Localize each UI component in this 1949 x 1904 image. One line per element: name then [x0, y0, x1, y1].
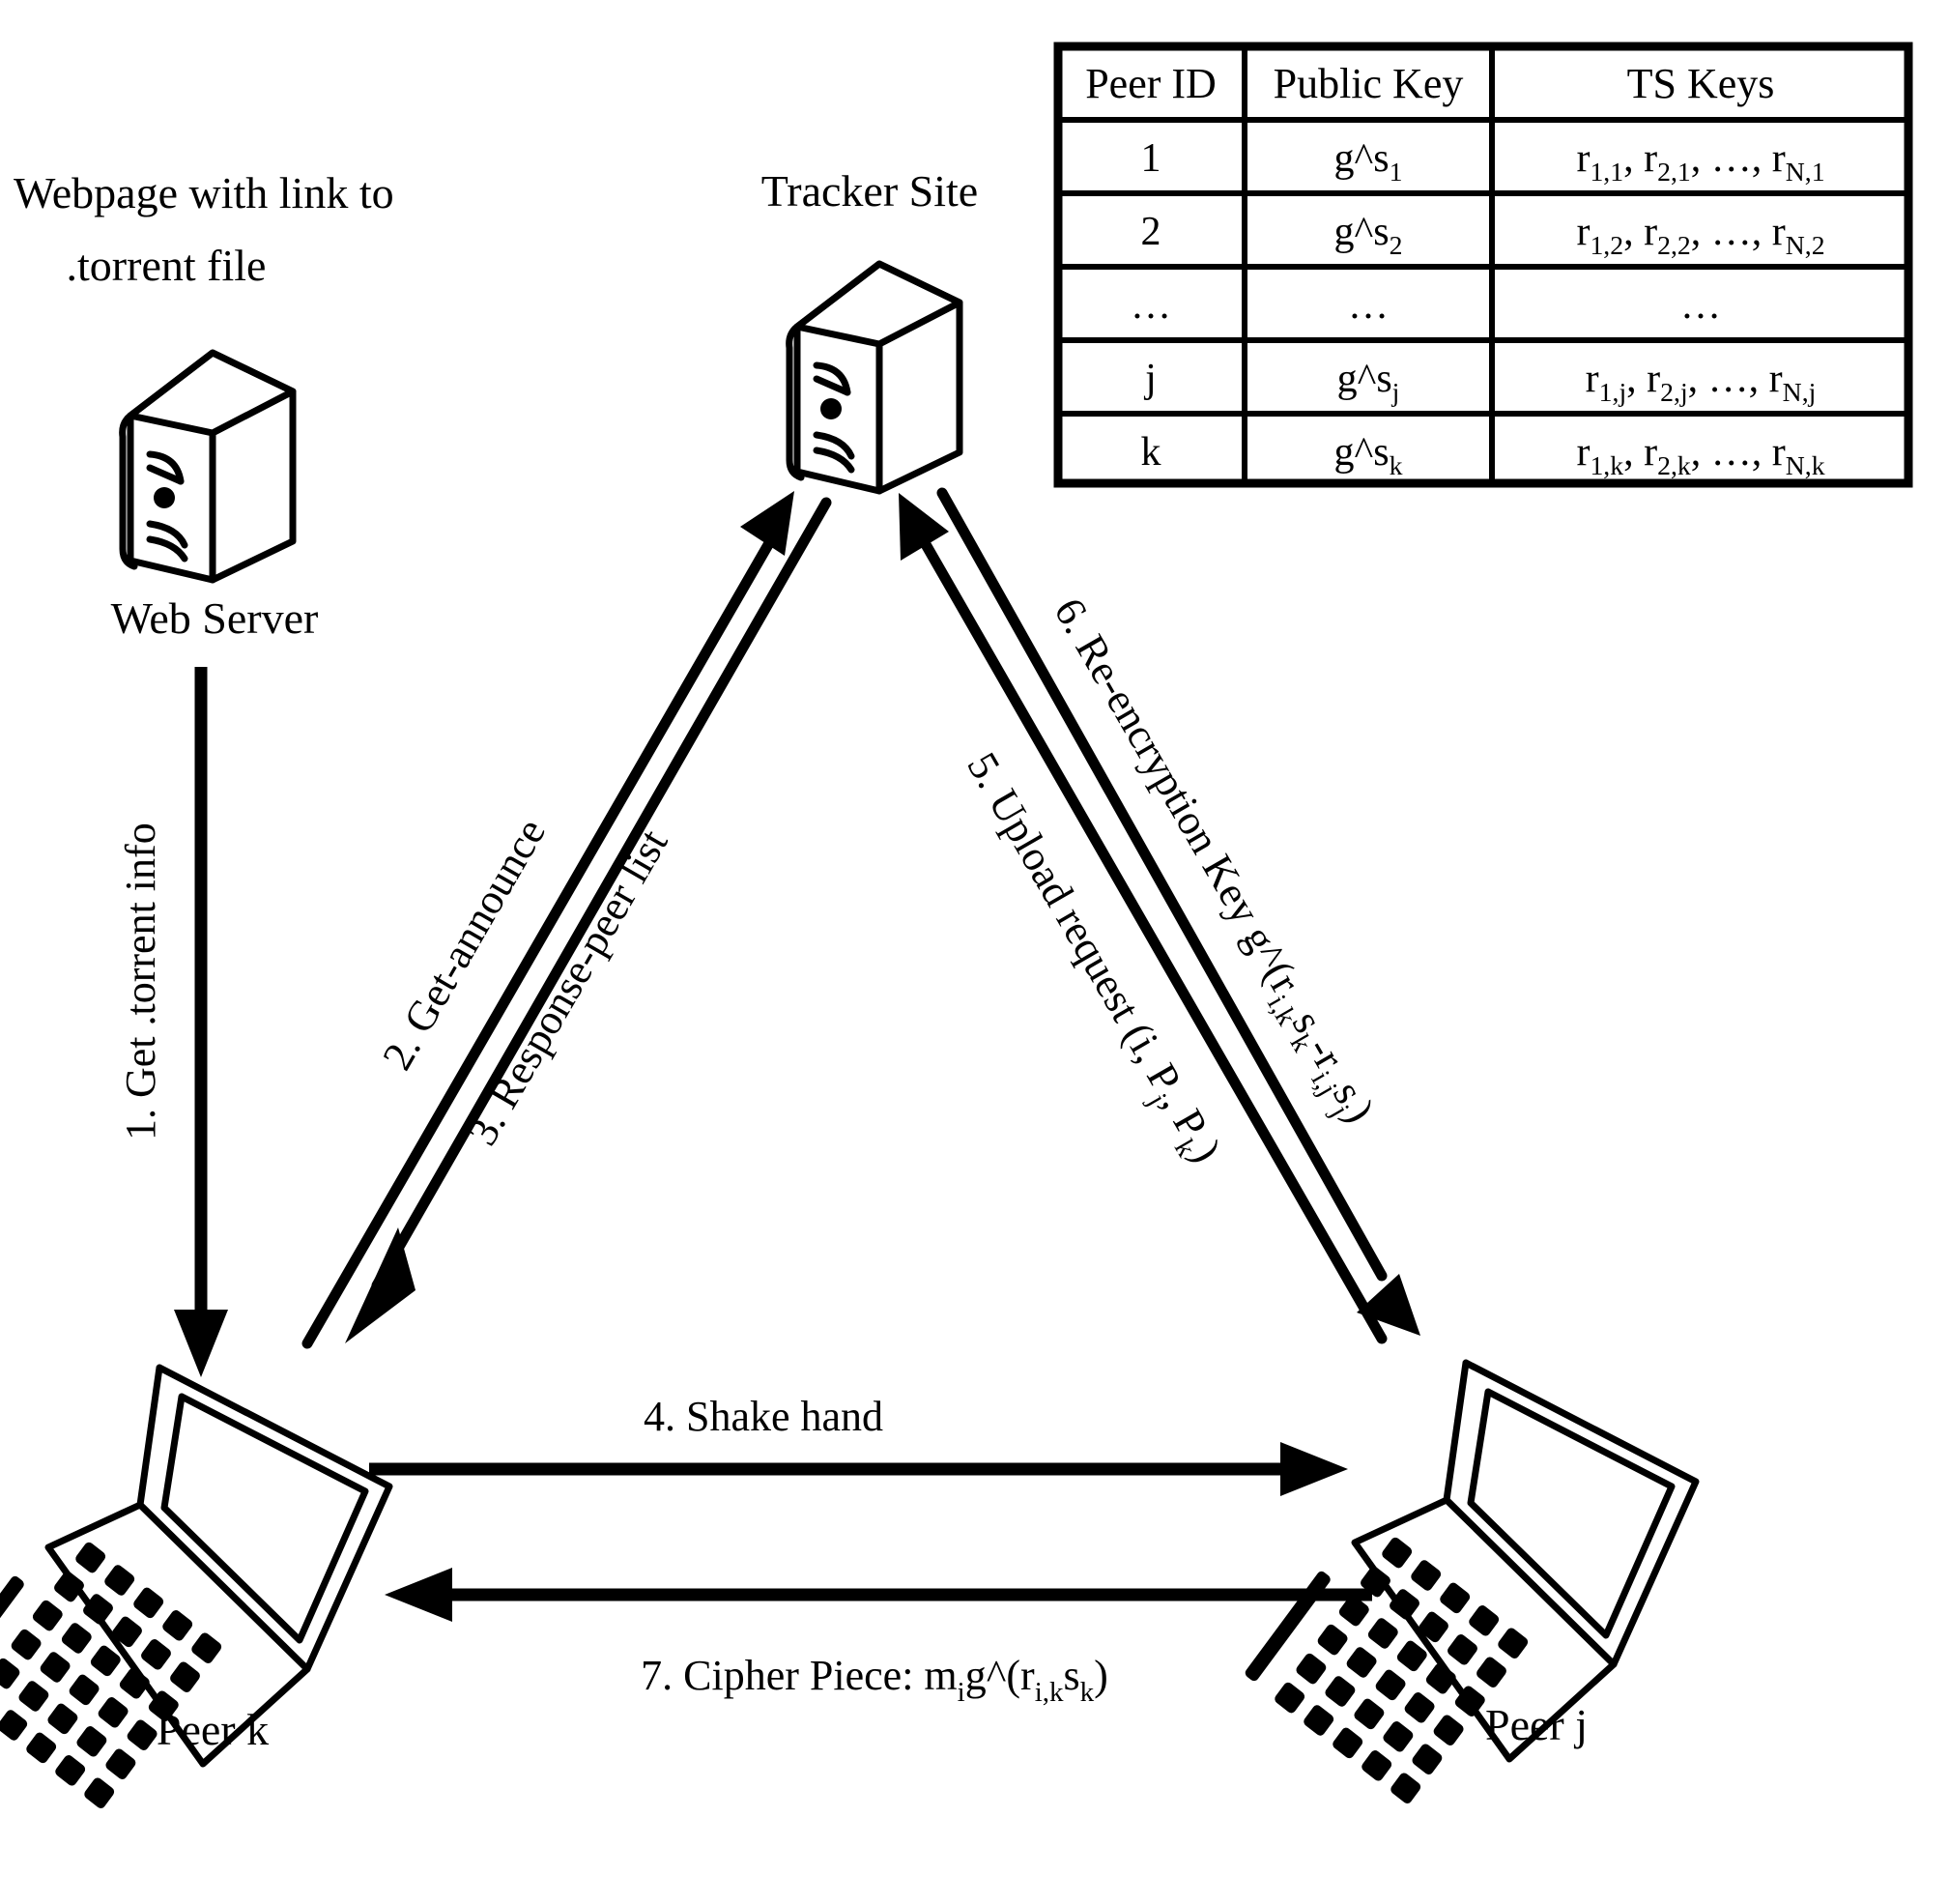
table-row: … … … — [1131, 283, 1721, 328]
table-cell-peer-id: j — [1143, 357, 1157, 401]
server-icon-tracker-site — [786, 260, 963, 495]
step-6-label: 6. Re-encryption Key g^(ri,ksk-ri,jsj) — [1038, 591, 1385, 1135]
step-7-label: 7. Cipher Piece: mig^(ri,ksk) — [641, 1652, 1108, 1708]
step-7-suffix: ) — [1094, 1652, 1108, 1699]
table-cell-ts-keys: r1,2, r2,2, …, rN,2 — [1576, 210, 1824, 260]
table-cell-public-key: g^sk — [1334, 430, 1403, 480]
table-header-ts-keys: TS Keys — [1627, 60, 1775, 107]
arrow-step-6 — [936, 487, 1420, 1336]
table-cell-public-key: g^sj — [1337, 357, 1400, 407]
table-cell-ts-keys: r1,j, r2,j, …, rN,j — [1586, 357, 1817, 407]
table-cell-peer-id: … — [1131, 283, 1171, 328]
table-cell-peer-id: 2 — [1141, 210, 1161, 254]
web-server-caption-line2: .torrent file — [67, 241, 267, 290]
diagram-canvas: Webpage with link to .torrent file Web S… — [0, 0, 1949, 1904]
step-7-sub1: i — [958, 1677, 965, 1708]
table-cell-public-key: g^s1 — [1334, 136, 1403, 187]
arrow-step-5 — [899, 493, 1388, 1344]
step-1-label: 1. Get .torrent info — [117, 822, 164, 1140]
table-cell-public-key: … — [1348, 283, 1389, 328]
table-cell-peer-id: 1 — [1141, 136, 1161, 181]
peer-j-label: Peer j — [1485, 1700, 1588, 1749]
table-cell-peer-id: k — [1141, 430, 1161, 475]
step-7-mid2: s — [1064, 1652, 1080, 1699]
step-7-sub3: k — [1080, 1677, 1095, 1708]
step-4-label: 4. Shake hand — [644, 1393, 883, 1440]
arrow-step-4 — [369, 1442, 1348, 1496]
table-cell-ts-keys: … — [1680, 283, 1721, 328]
step-7-prefix: 7. Cipher Piece: m — [641, 1652, 958, 1699]
arrow-step-7 — [385, 1568, 1372, 1622]
table-cell-public-key: g^s2 — [1334, 210, 1403, 260]
table-header-peer-id: Peer ID — [1085, 60, 1217, 107]
table-cell-ts-keys: r1,k, r2,k, …, rN,k — [1576, 430, 1824, 480]
step-7-mid1: g^(r — [965, 1652, 1035, 1699]
laptop-icon-peer-j — [1245, 1359, 1700, 1803]
web-server-caption-line1: Webpage with link to — [14, 168, 394, 217]
web-server-label: Web Server — [111, 593, 319, 643]
table-header-public-key: Public Key — [1274, 60, 1464, 107]
peer-k-label: Peer k — [157, 1705, 269, 1754]
bittorrent-proxy-reencryption-diagram: Webpage with link to .torrent file Web S… — [0, 42, 1913, 1808]
arrow-step-2 — [301, 491, 794, 1349]
tracker-site-label: Tracker Site — [761, 166, 978, 216]
table-cell-ts-keys: r1,1, r2,1, …, rN,1 — [1576, 136, 1824, 187]
arrow-step-1 — [174, 667, 228, 1377]
tracker-key-table: Peer ID Public Key TS Keys 1 g^s1 r1,1, … — [1053, 42, 1913, 488]
step-7-sub2: i,k — [1035, 1677, 1064, 1708]
server-icon-web-server — [119, 349, 297, 584]
